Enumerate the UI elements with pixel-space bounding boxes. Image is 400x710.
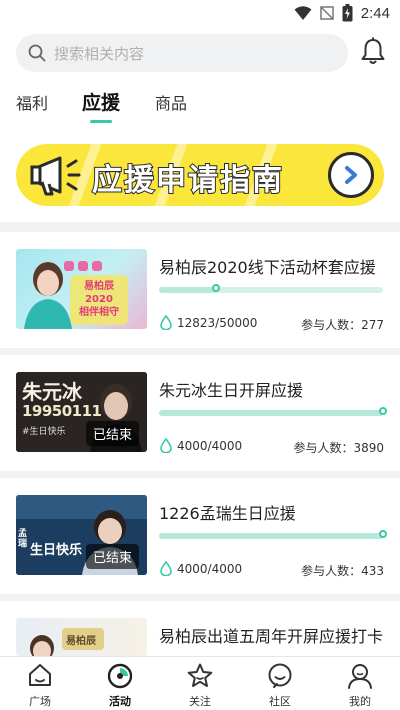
nav-label: 广场 bbox=[29, 695, 51, 708]
card-title: 1226孟瑞生日应援 bbox=[159, 504, 296, 523]
star-icon bbox=[187, 663, 213, 687]
progress-bar bbox=[159, 530, 387, 539]
progress-bar bbox=[159, 284, 383, 293]
bell-icon[interactable] bbox=[360, 37, 386, 65]
ended-badge: 已结束 bbox=[85, 544, 139, 569]
progress-knob bbox=[212, 284, 221, 292]
support-card[interactable]: 孟瑞 生日快乐 已结束 1226孟瑞生日应援 4000/4000 参与人数：43… bbox=[0, 478, 400, 594]
participant-count: 参与人数：277 bbox=[301, 318, 384, 332]
support-guide-banner[interactable]: 应援申请指南 bbox=[16, 144, 384, 206]
nav-label: 活动 bbox=[109, 695, 131, 708]
raised-amount: 4000/4000 bbox=[159, 438, 242, 453]
status-time: 2:44 bbox=[360, 4, 390, 22]
search-placeholder: 搜索相关内容 bbox=[54, 44, 145, 63]
participant-count: 参与人数：433 bbox=[301, 564, 384, 578]
nav-item-square[interactable]: 广场 bbox=[0, 657, 80, 710]
nav-item-profile[interactable]: 我的 bbox=[320, 657, 400, 710]
thumb-text-line: 生日快乐 bbox=[30, 543, 83, 558]
ended-badge: 已结束 bbox=[85, 421, 139, 446]
amount-text: 4000/4000 bbox=[177, 561, 243, 576]
bottom-nav: 广场 活动 关注 社区 我的 bbox=[0, 656, 400, 710]
banner-arrow-button[interactable] bbox=[328, 152, 374, 198]
nav-item-community[interactable]: 社区 bbox=[240, 657, 320, 710]
megaphone-icon bbox=[30, 156, 81, 196]
card-thumbnail: 易柏辰 2020 相伴相守 bbox=[16, 249, 147, 329]
progress-bar bbox=[159, 407, 387, 416]
tab-goods[interactable]: 商品 bbox=[155, 90, 187, 114]
raised-amount: 12823/50000 bbox=[159, 315, 257, 330]
no-signal-icon bbox=[320, 6, 334, 20]
support-card[interactable]: 易柏辰 2020 相伴相守 易柏辰2020线下活动杯套应援 12823/5000… bbox=[0, 232, 400, 348]
banner-section: 应援申请指南 bbox=[0, 126, 400, 222]
thumb-text-line: 2020 bbox=[85, 294, 113, 305]
wifi-icon bbox=[294, 6, 312, 20]
thumb-text-line: 易柏辰 bbox=[84, 281, 114, 292]
support-card[interactable]: 易柏辰 易柏辰出道五周年开屏应援打卡 bbox=[0, 601, 400, 656]
thumb-text-line: 朱元冰 bbox=[22, 380, 82, 404]
thumb-text-line: 相伴相守 bbox=[79, 307, 119, 318]
tab-bar: 福利 应援 商品 bbox=[0, 80, 400, 126]
participant-count: 参与人数：3890 bbox=[293, 441, 384, 455]
nav-item-follow[interactable]: 关注 bbox=[160, 657, 240, 710]
active-tab-indicator bbox=[90, 120, 112, 123]
banner-title: 应援申请指南 bbox=[91, 162, 284, 199]
thumb-text-line: 孟瑞 bbox=[18, 529, 28, 549]
community-icon bbox=[268, 663, 292, 688]
card-title: 易柏辰出道五周年开屏应援打卡 bbox=[159, 627, 384, 646]
raised-amount: 4000/4000 bbox=[159, 561, 242, 576]
card-thumbnail: 易柏辰 bbox=[16, 618, 147, 656]
drop-icon bbox=[160, 315, 172, 330]
status-bar: 2:44 bbox=[0, 0, 400, 28]
home-icon bbox=[29, 664, 51, 686]
nav-label: 社区 bbox=[269, 695, 291, 708]
thumb-text-line: 19950111 bbox=[22, 402, 102, 420]
amount-text: 12823/50000 bbox=[177, 315, 258, 330]
thumb-text-line: #生日快乐 bbox=[22, 427, 66, 437]
search-icon bbox=[28, 44, 46, 62]
nav-item-activity[interactable]: 活动 bbox=[80, 657, 160, 710]
card-thumbnail: 朱元冰 19950111 #生日快乐 已结束 bbox=[16, 372, 147, 452]
tab-support[interactable]: 应援 bbox=[82, 88, 120, 115]
card-title: 易柏辰2020线下活动杯套应援 bbox=[159, 258, 376, 277]
card-thumbnail: 孟瑞 生日快乐 已结束 bbox=[16, 495, 147, 575]
progress-knob bbox=[379, 407, 387, 415]
thumb-text-line: 易柏辰 bbox=[66, 636, 96, 647]
progress-knob bbox=[379, 530, 387, 538]
profile-icon bbox=[348, 664, 372, 689]
nav-label: 我的 bbox=[349, 695, 371, 708]
support-card[interactable]: 朱元冰 19950111 #生日快乐 已结束 朱元冰生日开屏应援 4000/40… bbox=[0, 355, 400, 471]
progress-fill bbox=[159, 410, 383, 416]
search-row: 搜索相关内容 bbox=[0, 28, 400, 80]
battery-charging-icon bbox=[342, 4, 353, 22]
activity-icon bbox=[107, 663, 133, 689]
tab-welfare[interactable]: 福利 bbox=[16, 90, 48, 114]
drop-icon bbox=[160, 438, 172, 453]
chevron-right-icon bbox=[345, 166, 357, 184]
drop-icon bbox=[160, 561, 172, 576]
card-title: 朱元冰生日开屏应援 bbox=[159, 381, 304, 400]
progress-fill bbox=[159, 533, 383, 539]
search-input[interactable]: 搜索相关内容 bbox=[16, 34, 348, 72]
progress-fill bbox=[159, 287, 217, 293]
amount-text: 4000/4000 bbox=[177, 438, 243, 453]
nav-label: 关注 bbox=[189, 695, 211, 708]
